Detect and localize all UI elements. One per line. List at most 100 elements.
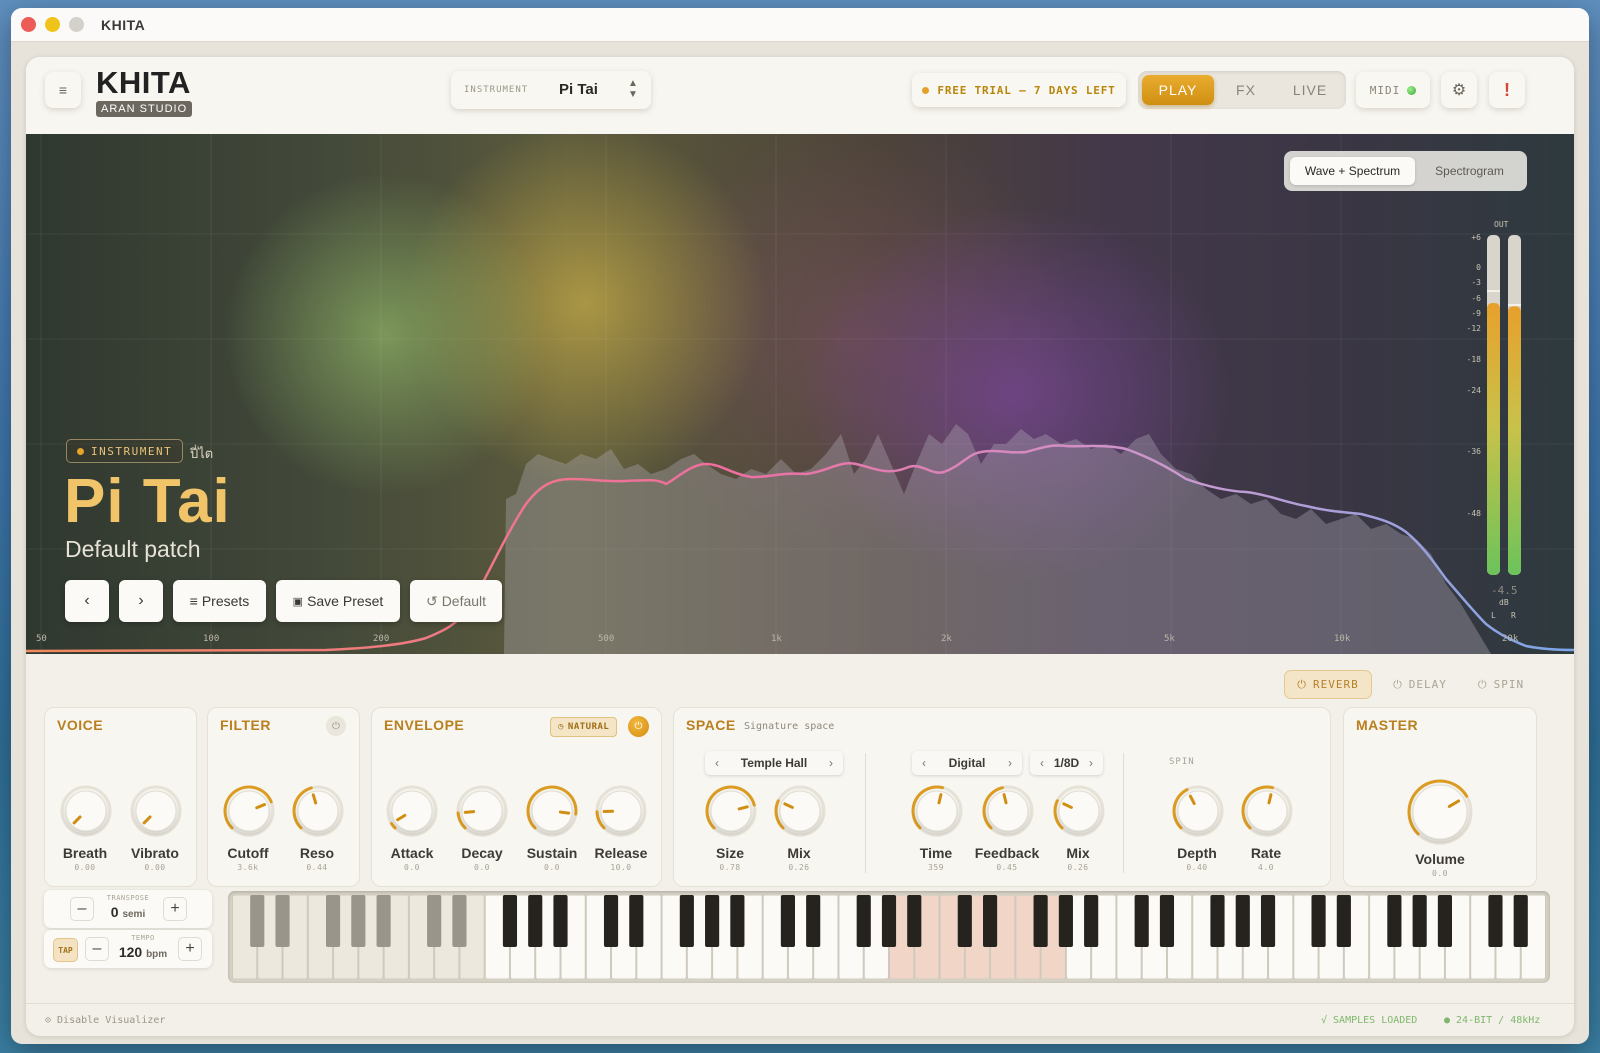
delay-mix-knob[interactable] (1051, 783, 1107, 844)
black-key[interactable] (1134, 895, 1149, 947)
black-key[interactable] (603, 895, 619, 947)
tempo-up-button[interactable]: + (178, 937, 202, 961)
envelope-power-button[interactable]: ⏻ (628, 716, 649, 737)
black-key[interactable] (1488, 895, 1503, 947)
minimize-window-button[interactable] (45, 17, 60, 32)
settings-button[interactable]: ⚙ (1441, 72, 1477, 108)
black-key[interactable] (1033, 895, 1048, 947)
presets-button[interactable]: ≡ Presets (173, 580, 266, 622)
natural-tag[interactable]: ◷ NATURAL (550, 717, 618, 737)
delay-division-selector[interactable]: ‹ 1/8D › (1030, 751, 1103, 775)
knob-graphic (595, 785, 647, 837)
delay-time-knob[interactable] (909, 783, 965, 844)
transpose-up-button[interactable]: + (163, 897, 187, 921)
disable-visualizer-toggle[interactable]: ⊙ Disable Visualizer (45, 1015, 165, 1026)
midi-status-icon (1407, 85, 1417, 95)
freq-label: 100 (203, 634, 219, 644)
black-key[interactable] (275, 895, 290, 947)
reverb-type-selector[interactable]: ‹ Temple Hall › (705, 751, 843, 775)
view-wave-spectrum[interactable]: Wave + Spectrum (1290, 157, 1415, 185)
black-key[interactable] (957, 895, 972, 947)
black-key[interactable] (376, 895, 391, 947)
fx-tab-reverb[interactable]: ⏻ REVERB (1284, 670, 1372, 699)
black-key[interactable] (806, 895, 821, 947)
black-key[interactable] (553, 895, 568, 947)
black-key[interactable] (326, 895, 341, 947)
knob-arc (390, 822, 397, 830)
black-key[interactable] (907, 895, 922, 947)
black-key[interactable] (1210, 895, 1225, 947)
visualizer[interactable]: 50 100 200 500 1k 2k 5k 10k 20k OUT +6 0 -3 -6 -9 -12… (26, 134, 1574, 654)
black-key[interactable] (1260, 895, 1276, 947)
alert-button[interactable]: ! (1489, 72, 1525, 108)
black-key[interactable] (250, 895, 265, 947)
midi-button[interactable]: MIDI (1356, 72, 1430, 108)
save-preset-button[interactable]: ▣ Save Preset (276, 580, 400, 622)
black-key[interactable] (1412, 895, 1427, 947)
black-key[interactable] (1084, 895, 1099, 947)
tab-play[interactable]: PLAY (1142, 75, 1214, 105)
breath-knob[interactable] (58, 783, 114, 844)
delay-feedback-knob[interactable] (980, 783, 1036, 844)
reso-value: 0.44 (306, 863, 328, 872)
sustain-knob[interactable] (524, 783, 580, 844)
view-spectrogram[interactable]: Spectrogram (1418, 157, 1521, 185)
black-key[interactable] (983, 895, 998, 947)
black-key[interactable] (1437, 895, 1452, 947)
chevron-right-icon: › (829, 756, 833, 770)
black-key[interactable] (1235, 895, 1250, 947)
black-key[interactable] (1513, 895, 1528, 947)
tab-fx[interactable]: FX (1216, 75, 1276, 105)
piano-keyboard[interactable] (228, 891, 1550, 983)
plus-icon: + (170, 900, 180, 917)
volume-knob[interactable] (1405, 777, 1475, 852)
fx-tab-spin[interactable]: ⏻ SPIN (1466, 670, 1536, 699)
black-key[interactable] (629, 895, 644, 947)
delay-type-selector[interactable]: ‹ Digital › (912, 751, 1022, 775)
black-key[interactable] (1336, 895, 1351, 947)
reverb-size-knob[interactable] (703, 783, 759, 844)
attack-knob[interactable] (384, 783, 440, 844)
zoom-window-button[interactable] (69, 17, 84, 32)
black-key[interactable] (1159, 895, 1175, 947)
save-icon: ▣ (292, 595, 304, 608)
black-key[interactable] (705, 895, 720, 947)
black-key[interactable] (1058, 895, 1073, 947)
filter-power-button[interactable]: ⏻ (326, 716, 346, 736)
fx-tab-delay[interactable]: ⏻ DELAY (1380, 670, 1460, 699)
fx-tab-reverb-label: REVERB (1312, 678, 1359, 691)
tab-live[interactable]: LIVE (1278, 75, 1342, 105)
vibrato-knob[interactable] (128, 783, 184, 844)
reso-knob[interactable] (290, 783, 346, 844)
black-key[interactable] (1387, 895, 1402, 947)
instrument-selector[interactable]: INSTRUMENT Pi Tai ▲ ▼ (451, 71, 651, 109)
format-status: ● 24-BIT / 48kHz (1444, 1015, 1541, 1026)
black-key[interactable] (780, 895, 795, 947)
black-key[interactable] (427, 895, 442, 947)
freq-label: 50 (36, 634, 47, 644)
knob-graphic (60, 785, 112, 837)
black-key[interactable] (351, 895, 366, 947)
black-key[interactable] (856, 895, 871, 947)
chevron-right-icon: › (1088, 756, 1093, 770)
menu-button[interactable]: ≡ (45, 72, 81, 108)
black-key[interactable] (881, 895, 897, 947)
default-button[interactable]: ↺ Default (410, 580, 502, 622)
knob-body (710, 790, 752, 832)
spin-rate-knob[interactable] (1239, 783, 1295, 844)
black-key[interactable] (502, 895, 518, 947)
release-knob[interactable] (593, 783, 649, 844)
black-key[interactable] (452, 895, 467, 947)
prev-preset-button[interactable]: ‹ (65, 580, 109, 622)
black-key[interactable] (679, 895, 694, 947)
black-key[interactable] (1311, 895, 1326, 947)
black-key[interactable] (528, 895, 543, 947)
close-window-button[interactable] (21, 17, 36, 32)
spin-depth-knob[interactable] (1170, 783, 1226, 844)
cutoff-knob[interactable] (221, 783, 277, 844)
next-preset-button[interactable]: › (119, 580, 163, 622)
decay-knob[interactable] (454, 783, 510, 844)
chevron-left-icon: ‹ (84, 592, 90, 609)
reverb-mix-knob[interactable] (772, 783, 828, 844)
black-key[interactable] (730, 895, 745, 947)
